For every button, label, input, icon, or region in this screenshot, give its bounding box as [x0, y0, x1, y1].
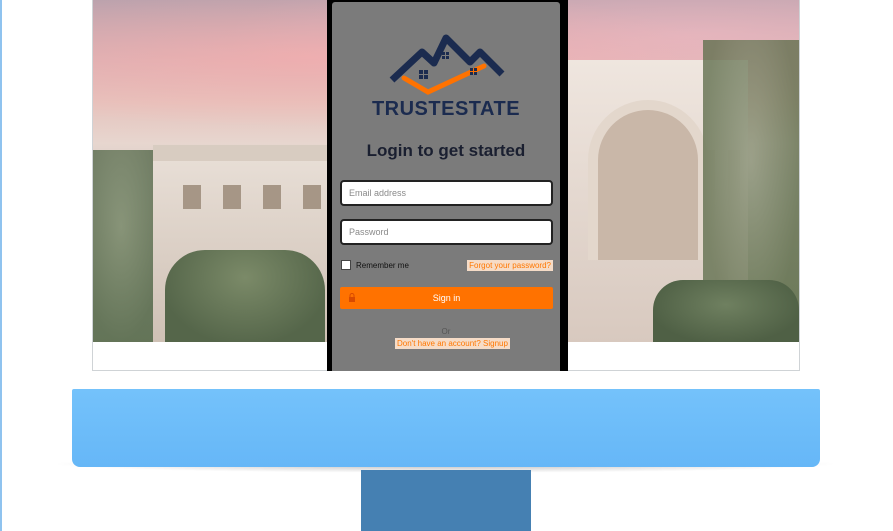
monitor-screen: TRUSTESTATE Login to get started Remembe…	[92, 0, 800, 371]
monitor-chin	[72, 389, 820, 467]
sign-in-button[interactable]: Sign in	[340, 287, 553, 309]
email-field[interactable]	[340, 180, 553, 206]
remember-me[interactable]: Remember me	[341, 260, 409, 270]
login-card: TRUSTESTATE Login to get started Remembe…	[332, 2, 560, 371]
password-field[interactable]	[340, 219, 553, 245]
login-heading: Login to get started	[366, 141, 526, 160]
mansion-window	[263, 185, 281, 209]
or-divider: Or	[441, 327, 451, 336]
login-panel: TRUSTESTATE Login to get started Remembe…	[327, 0, 568, 371]
brand-name: TRUSTESTATE	[371, 98, 521, 120]
sign-in-label: Sign in	[432, 293, 461, 303]
mansion-window	[303, 185, 321, 209]
hedge	[165, 250, 325, 342]
monitor-stand	[361, 470, 531, 531]
remember-me-checkbox[interactable]	[341, 260, 351, 270]
page-edge-line	[0, 0, 2, 531]
lock-icon	[349, 293, 355, 302]
mansion-roof	[153, 145, 333, 161]
remember-me-label: Remember me	[356, 260, 409, 270]
mansion-window	[223, 185, 241, 209]
bushes-right	[653, 280, 799, 342]
mansion-window	[183, 185, 201, 209]
forgot-password-link[interactable]: Forgot your password?	[467, 260, 553, 271]
mansion-arch	[588, 100, 708, 260]
signup-link[interactable]: Don't have an account? Signup	[395, 338, 510, 349]
